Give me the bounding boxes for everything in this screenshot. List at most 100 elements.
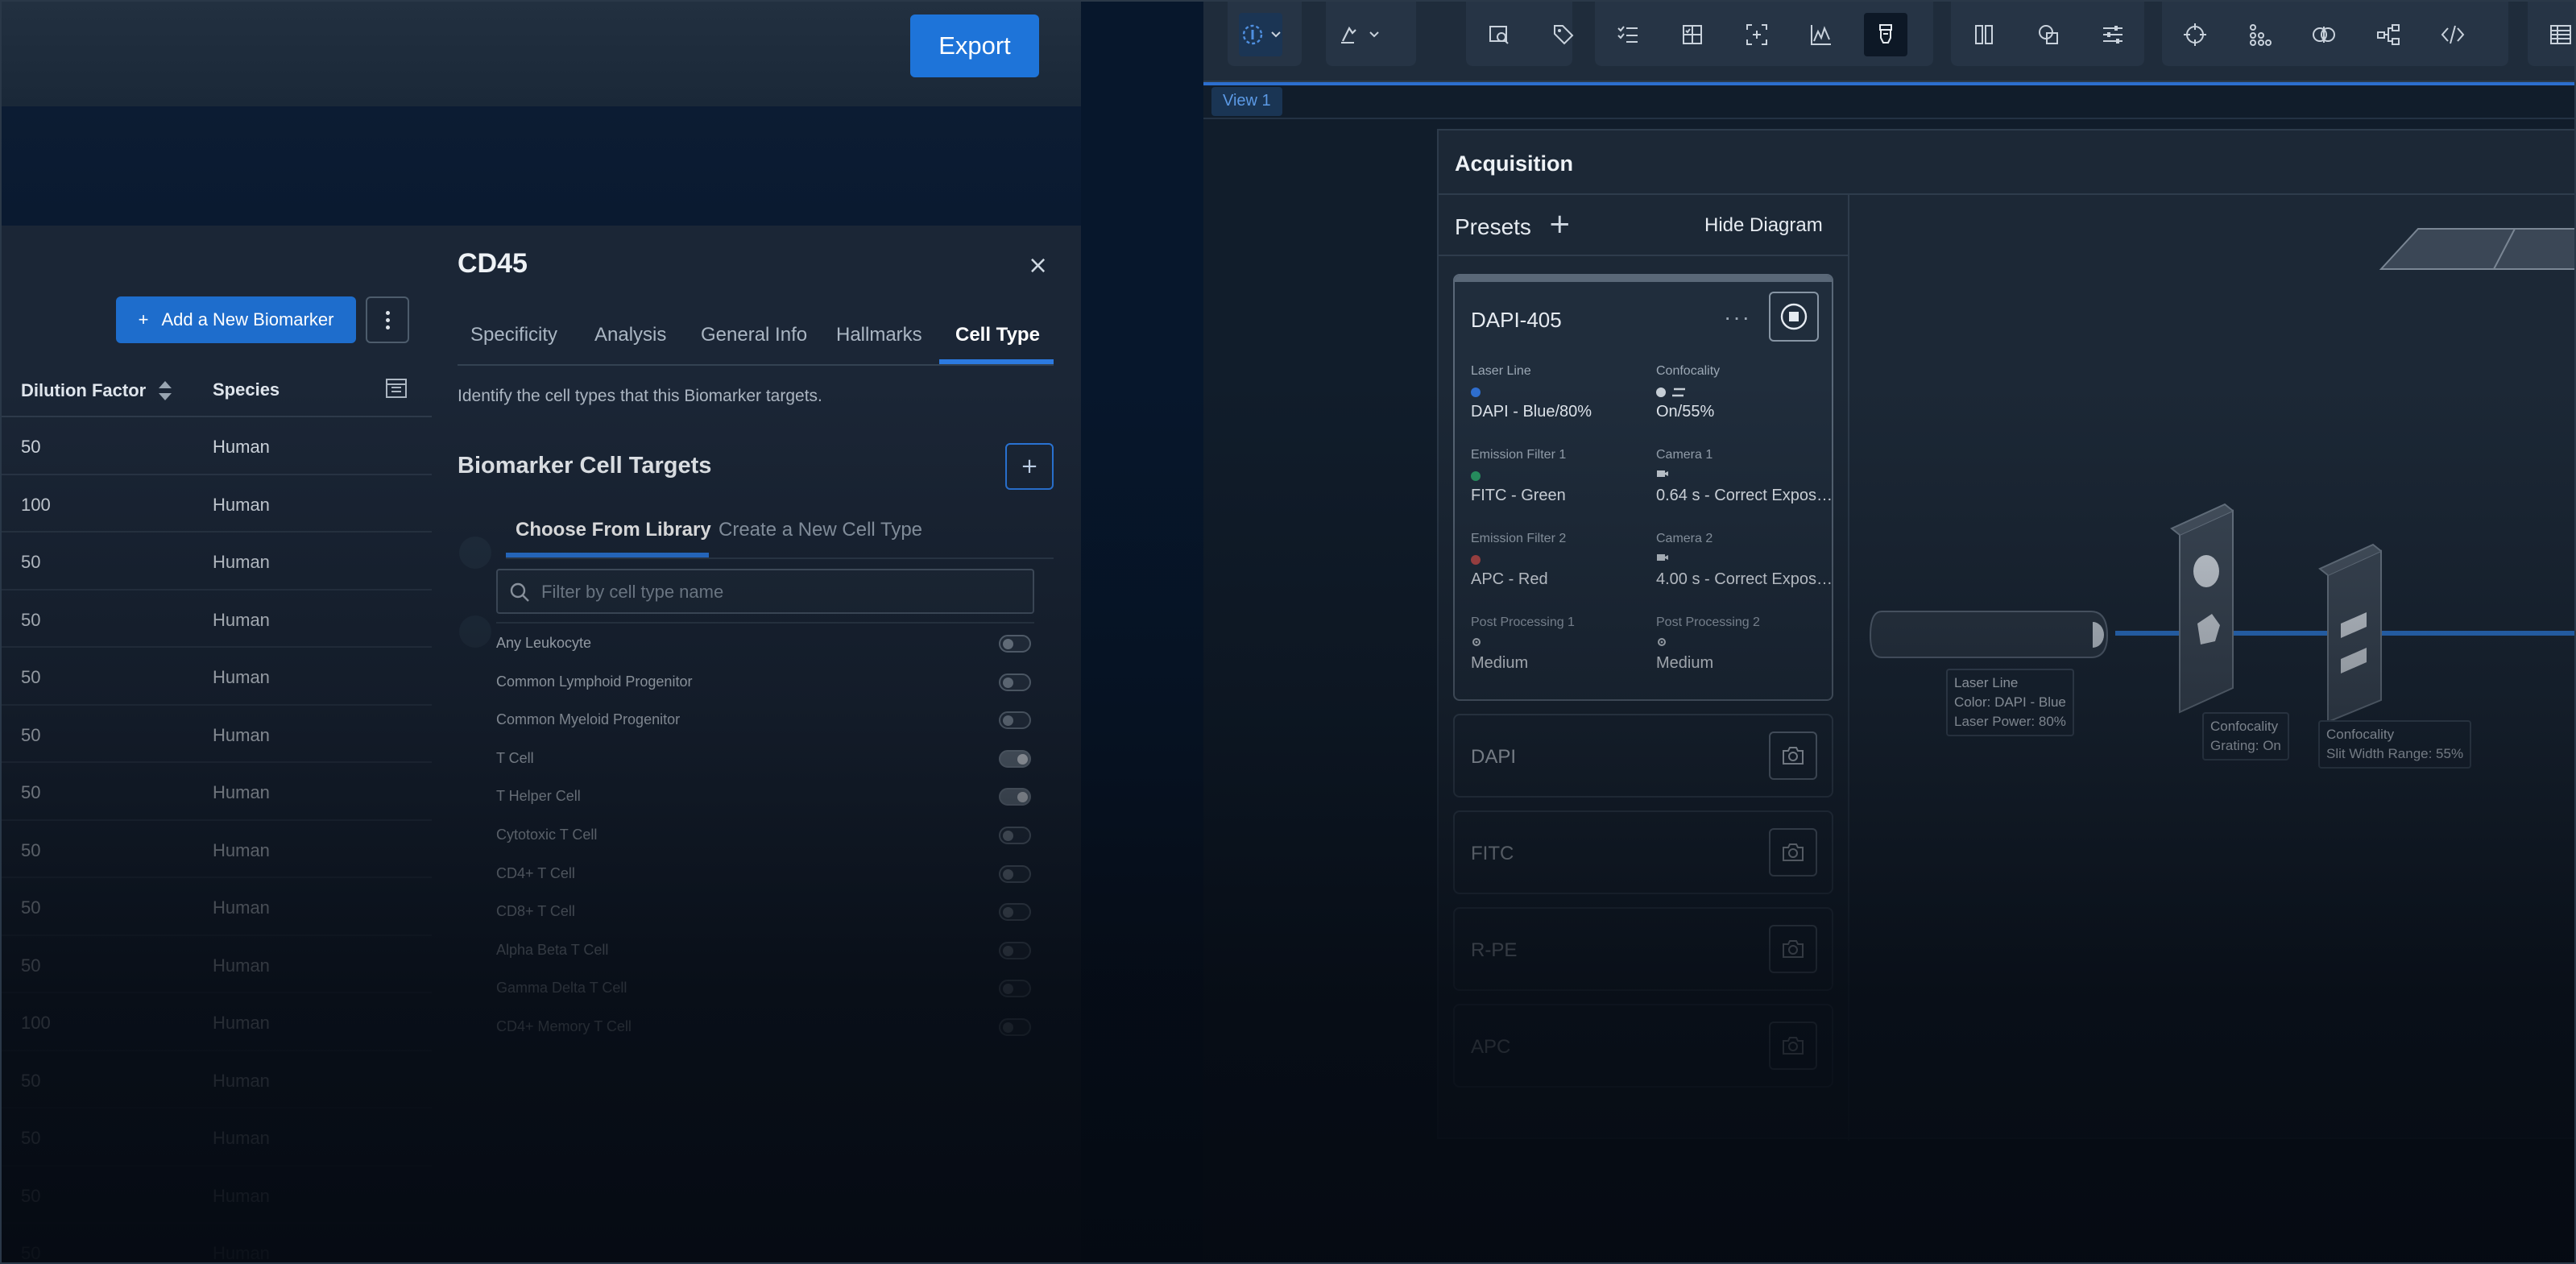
cell-type-toggle[interactable] [999,826,1031,844]
export-button[interactable]: Export [910,15,1039,77]
cell-type-toggle[interactable] [999,1017,1031,1036]
preset-field: Camera 2 4.00 s - Correct Exposure [1656,532,1833,589]
preset-card[interactable]: R-PE [1453,907,1833,991]
checklist-button[interactable] [1606,13,1650,56]
objective-button[interactable] [1864,13,1907,56]
tag-button[interactable] [1542,13,1585,56]
table-row[interactable]: 50 Human [2,1109,432,1167]
table-row[interactable]: 50 Human [2,763,432,821]
cell-type-toggle[interactable] [999,749,1031,768]
cell-type-toggle[interactable] [999,673,1031,691]
tab-view-1[interactable]: View 1 [1211,87,1282,116]
table-row[interactable]: 50 Human [2,591,432,648]
histogram-button[interactable] [1799,13,1843,56]
cell-type-row: CD8+ T Cell [496,892,1034,930]
table-row[interactable]: 50 Human [2,936,432,993]
hierarchy-button[interactable] [2367,13,2410,56]
histogram-icon [1811,25,1831,45]
table-button[interactable] [2539,13,2574,56]
image-search-button[interactable] [1477,13,1521,56]
cell-type-toggle[interactable] [999,788,1031,806]
table-row[interactable]: 50 Human [2,821,432,878]
cell-type-toggle[interactable] [999,635,1031,653]
table-row[interactable]: 50 Human [2,878,432,936]
add-preset-button[interactable]: + [1548,208,1572,240]
zoom-fit-button[interactable] [1735,13,1779,56]
cell-type-toggle[interactable] [999,941,1031,959]
table-row[interactable]: 50 Human [2,648,432,706]
overlay-button[interactable] [2027,13,2070,56]
capture-button[interactable] [1769,925,1817,973]
dilution-cell: 50 [21,437,41,457]
preset-card[interactable]: DAPI [1453,714,1833,798]
column-header-species[interactable]: Species [213,379,280,400]
cell-type-row: Alpha Beta T Cell [496,930,1034,969]
tab-analysis[interactable]: Analysis [594,324,666,346]
more-icon[interactable]: ··· [1724,305,1751,330]
species-cell: Human [213,667,270,687]
species-cell: Human [213,552,270,572]
stop-acquisition-button[interactable] [1769,292,1819,342]
field-label: Confocality [1656,364,1721,378]
table-row[interactable]: 100 Human [2,475,432,533]
split-button[interactable] [2302,13,2346,56]
table-row[interactable]: 50 Human [2,706,432,763]
acquisition-panel: Acquisition Presets + Hide Diagram DAPI-… [1437,129,2574,1141]
table-row[interactable]: 50 Human [2,417,432,475]
field-label: Post Processing 2 [1656,615,1760,629]
crosshair-button[interactable] [2173,13,2217,56]
cell-type-toggle[interactable] [999,864,1031,883]
capture-button[interactable] [1769,1022,1817,1070]
status-dot [1656,387,1666,397]
subtab-choose-library[interactable]: Choose From Library [516,519,711,541]
cell-type-toggle[interactable] [999,980,1031,998]
dilution-cell: 50 [21,1128,41,1148]
species-cell: Human [213,782,270,802]
toolbar-group [1951,2,2144,66]
table-row[interactable]: 50 Human [2,533,432,591]
tab-specificity[interactable]: Specificity [470,324,557,346]
table-icon [2550,25,2571,44]
capture-button[interactable] [1769,731,1817,780]
add-biomarker-button[interactable]: + Add a New Biomarker [116,296,356,343]
sort-icon[interactable] [157,379,173,402]
tab-hallmarks[interactable]: Hallmarks [836,324,922,346]
table-row[interactable]: 50 Human [2,1051,432,1109]
card-accent [1455,276,1832,282]
hide-diagram-button[interactable]: Hide Diagram [1704,214,1823,237]
capture-button[interactable] [1769,828,1817,877]
close-button[interactable]: × [1028,251,1048,280]
dots-grid-button[interactable] [2238,13,2281,56]
filter-input[interactable] [541,578,1017,606]
dilution-cell: 50 [21,1185,41,1206]
annotate-button[interactable] [1337,13,1381,56]
preset-card[interactable]: APC [1453,1004,1833,1088]
add-cell-target-button[interactable]: + [1005,443,1054,490]
subtab-create-cell-type[interactable]: Create a New Cell Type [719,519,922,541]
adjust-sliders-button[interactable] [2091,13,2135,56]
column-settings-icon[interactable] [385,377,408,400]
toolbar-group [1326,2,1416,66]
tab-general-info[interactable]: General Info [701,324,807,346]
active-preset-card[interactable]: DAPI-405 ··· Laser Line DAPI - Blue/80% Co… [1453,274,1833,701]
code-button[interactable] [2431,13,2475,56]
overlay-icon [2039,25,2058,44]
channels-button[interactable] [1962,13,2006,56]
column-header-dilution[interactable]: Dilution Factor [21,379,173,402]
more-options-button[interactable] [366,296,409,343]
table-row[interactable]: 50 Human [2,1167,432,1224]
table-row[interactable]: 100 Human [2,993,432,1051]
pointer-mode-button[interactable] [1239,13,1282,56]
tab-cell-type[interactable]: Cell Type [955,324,1040,346]
cell-type-toggle[interactable] [999,711,1031,730]
cell-type-toggle[interactable] [999,903,1031,922]
field-value: 0.64 s - Correct Exposure [1656,487,1833,504]
chevron-down-icon [1271,31,1281,38]
acquisition-title: Acquisition [1455,151,1573,176]
species-cell: Human [213,897,270,918]
species-cell: Human [213,1185,270,1206]
cell-type-label: Common Myeloid Progenitor [496,711,681,728]
preset-card[interactable]: FITC [1453,810,1833,894]
table-row[interactable]: 50 Human [2,1224,432,1262]
grid-check-button[interactable] [1671,13,1714,56]
